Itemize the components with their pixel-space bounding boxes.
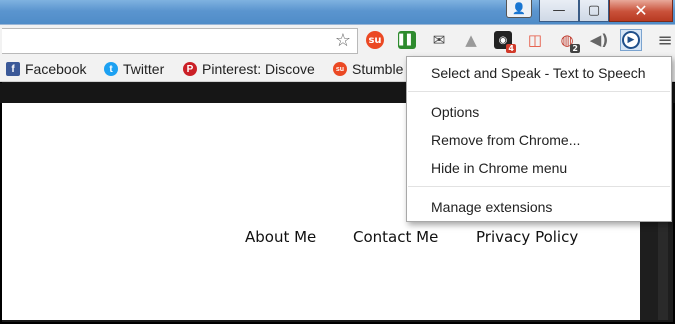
menu-item-remove-from-chrome[interactable]: Remove from Chrome... <box>431 132 580 148</box>
hamburger-icon: ≡ <box>657 29 673 51</box>
menu-divider <box>408 186 670 187</box>
close-icon: ✕ <box>634 1 648 20</box>
bookmark-label: Pinterest: Discove <box>202 61 315 77</box>
extension-button[interactable]: ▶ <box>620 29 642 51</box>
nav-privacy-policy[interactable]: Privacy Policy <box>476 228 578 246</box>
twitter-icon: t <box>104 62 118 76</box>
extension-badge: 2 <box>570 44 580 53</box>
address-bar[interactable]: ☆ <box>2 28 358 54</box>
facebook-icon: f <box>6 62 20 76</box>
extension-button[interactable]: ◍ 2 <box>556 29 580 53</box>
extension-context-menu: Select and Speak - Text to Speech Option… <box>406 56 672 222</box>
maximize-button[interactable]: ▢ <box>579 0 609 22</box>
extension-button[interactable]: su <box>364 29 386 51</box>
menu-item-manage-extensions[interactable]: Manage extensions <box>431 199 552 215</box>
mail-icon: ✉ <box>432 31 446 49</box>
stumbleupon-icon: su <box>333 62 347 76</box>
bookmark-twitter[interactable]: t Twitter <box>104 60 164 78</box>
extension-button[interactable]: ◫ <box>524 29 546 51</box>
bookmark-label: Stumble <box>352 61 404 77</box>
menu-item-options[interactable]: Options <box>431 104 479 120</box>
nav-about-me[interactable]: About Me <box>245 228 316 246</box>
extension-button[interactable]: ◀) <box>588 29 610 51</box>
select-and-speak-icon: ▶ <box>622 31 640 49</box>
bookmark-label: Twitter <box>123 61 165 77</box>
speaker-icon: ◀) <box>589 31 609 49</box>
extension-button[interactable]: ▌▌ <box>396 29 418 51</box>
minimize-button[interactable]: — <box>539 0 579 22</box>
bookmark-star-icon[interactable]: ☆ <box>333 31 353 51</box>
bookmark-pinterest[interactable]: P Pinterest: Discove <box>183 60 315 78</box>
scrollbar-thumb[interactable] <box>658 220 668 320</box>
pause-play-icon: ▌▌ <box>398 31 416 49</box>
minimize-icon: — <box>552 3 566 18</box>
stumbleupon-icon: su <box>366 31 384 49</box>
close-button[interactable]: ✕ <box>609 0 673 22</box>
menu-divider <box>408 91 670 92</box>
menu-item-hide-in-chrome-menu[interactable]: Hide in Chrome menu <box>431 160 567 176</box>
pinterest-icon: P <box>183 62 197 76</box>
extension-button[interactable]: ◉ 4 <box>492 29 516 53</box>
extension-button[interactable]: ▲ <box>460 29 482 51</box>
nav-contact-me[interactable]: Contact Me <box>353 228 438 246</box>
chrome-menu-button[interactable]: ≡ <box>654 29 675 51</box>
maximize-icon: ▢ <box>587 3 601 18</box>
screen-capture-icon: ◫ <box>527 31 543 49</box>
drive-icon: ▲ <box>465 31 477 49</box>
menu-item-extension-name[interactable]: Select and Speak - Text to Speech <box>431 65 646 81</box>
person-icon: 👤 <box>512 3 526 15</box>
bookmark-label: Facebook <box>25 61 87 77</box>
extension-badge: 4 <box>506 44 516 53</box>
extension-button[interactable]: ✉ <box>428 29 450 51</box>
profile-button[interactable]: 👤 <box>506 0 532 18</box>
bookmark-stumbleupon[interactable]: su Stumble <box>333 60 403 78</box>
bookmark-facebook[interactable]: f Facebook <box>6 60 86 78</box>
